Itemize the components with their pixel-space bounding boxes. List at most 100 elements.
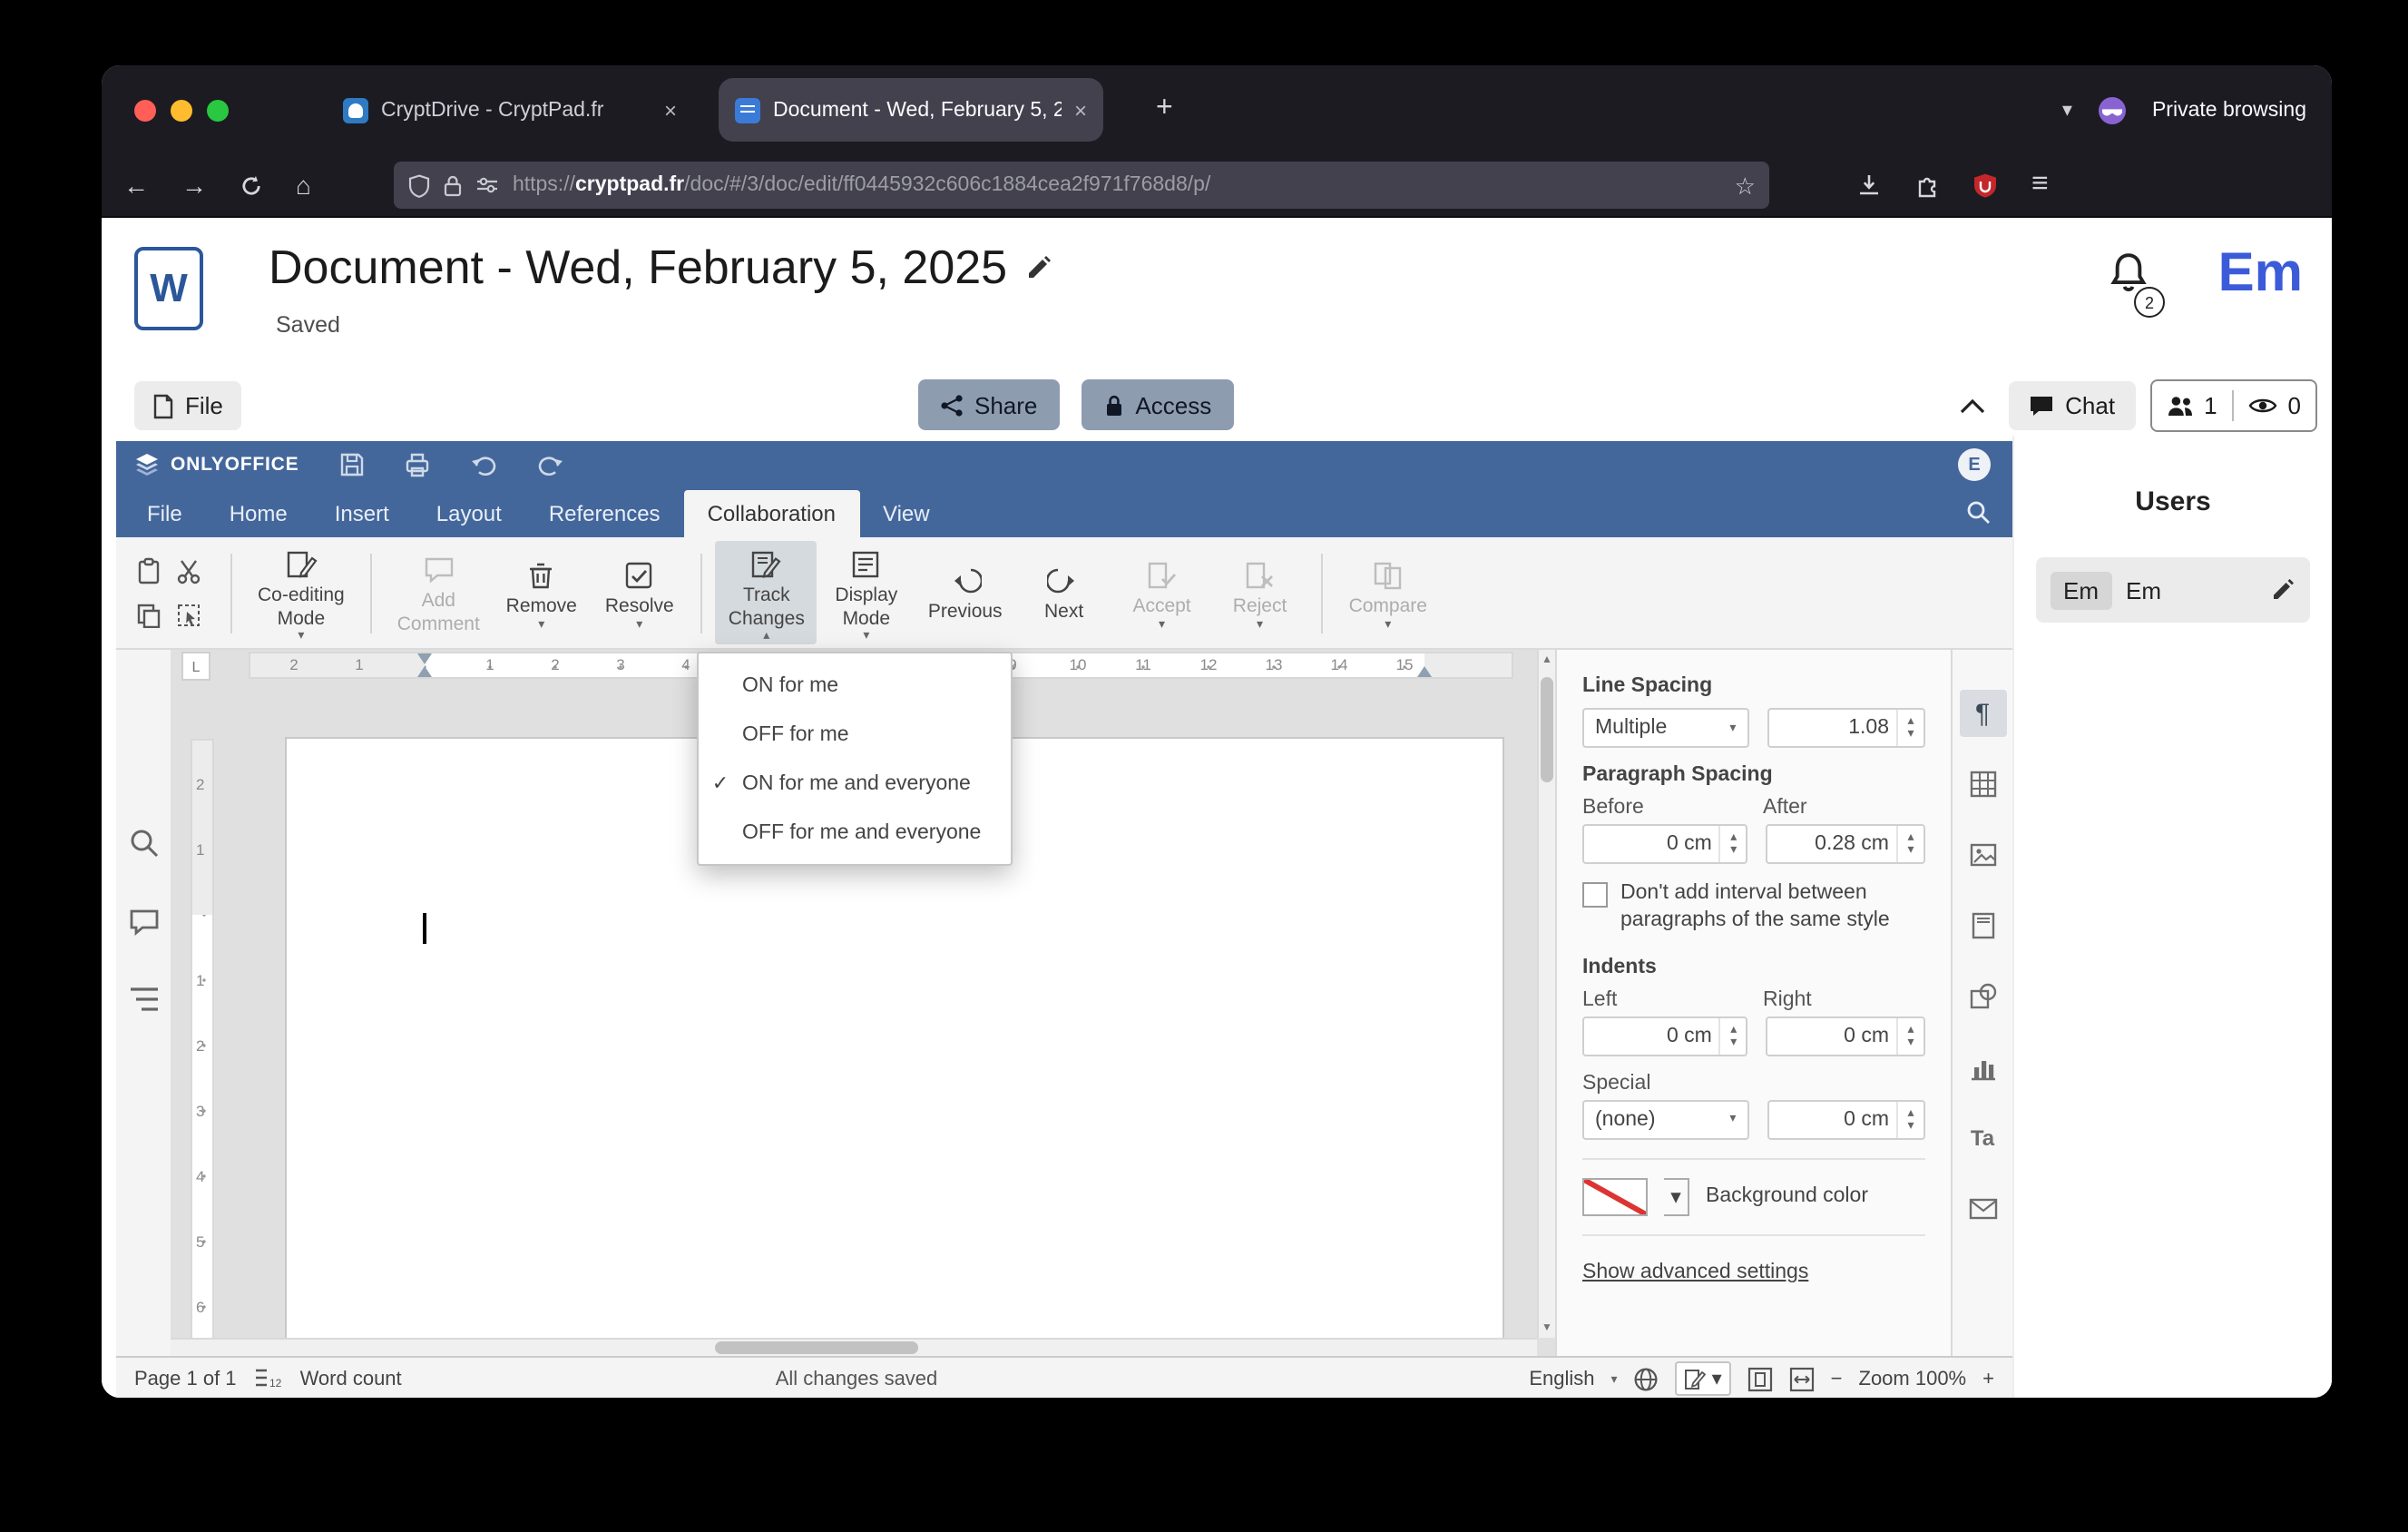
special-select[interactable]: (none) ▾ xyxy=(1582,1099,1749,1140)
spin-up-icon[interactable]: ▴ xyxy=(1907,831,1914,844)
interval-checkbox[interactable] xyxy=(1582,882,1608,908)
spacing-after-spinner[interactable]: 0.28 cm ▴ ▾ xyxy=(1766,824,1925,864)
chart-settings-icon[interactable] xyxy=(1959,1044,2006,1091)
access-button[interactable]: Access xyxy=(1081,379,1234,430)
zoom-in-button[interactable]: + xyxy=(1982,1368,1994,1390)
print-button[interactable] xyxy=(404,452,429,477)
minimize-window-button[interactable] xyxy=(171,100,192,122)
background-color-dropdown[interactable]: ▾ xyxy=(1664,1177,1689,1216)
scroll-down-icon[interactable]: ▼ xyxy=(1539,1318,1555,1338)
menu-item-on-for-me[interactable]: ON for me xyxy=(699,661,1011,710)
cut-icon[interactable] xyxy=(171,551,207,591)
zoom-out-button[interactable]: − xyxy=(1831,1368,1843,1390)
indent-right-spinner[interactable]: 0 cm ▴ ▾ xyxy=(1766,1016,1925,1056)
table-settings-icon[interactable] xyxy=(1959,761,2006,808)
file-menu-button[interactable]: File xyxy=(134,381,241,430)
fit-width-icon[interactable] xyxy=(1789,1366,1815,1391)
remove-comment-button[interactable]: Remove ▾ xyxy=(493,553,591,633)
reject-change-button[interactable]: Reject ▾ xyxy=(1211,553,1309,633)
fit-page-icon[interactable] xyxy=(1747,1366,1773,1391)
zoom-window-button[interactable] xyxy=(207,100,229,122)
menu-view[interactable]: View xyxy=(859,490,954,537)
resolve-comment-button[interactable]: Resolve ▾ xyxy=(591,553,689,633)
track-changes-toggle[interactable]: ▾ xyxy=(1675,1361,1731,1396)
spin-up-icon[interactable]: ▴ xyxy=(1730,831,1737,844)
menu-layout[interactable]: Layout xyxy=(413,490,525,537)
track-changes-button[interactable]: Track Changes ▴ xyxy=(715,541,817,644)
lock-icon[interactable] xyxy=(444,173,464,197)
shape-settings-icon[interactable] xyxy=(1959,973,2006,1020)
new-tab-button[interactable]: + xyxy=(1156,87,1173,131)
coediting-mode-button[interactable]: Co-editing Mode ▾ xyxy=(245,541,357,644)
find-icon[interactable] xyxy=(128,828,159,859)
header-footer-settings-icon[interactable] xyxy=(1959,902,2006,949)
downloads-button[interactable] xyxy=(1857,172,1883,198)
permissions-icon[interactable] xyxy=(476,174,500,196)
chat-button[interactable]: Chat xyxy=(2009,381,2136,430)
collapse-toolbar-button[interactable] xyxy=(1951,382,1994,429)
line-spacing-spinner[interactable]: 1.08 ▴ ▾ xyxy=(1767,708,1925,748)
save-button[interactable] xyxy=(338,452,364,477)
forward-button[interactable]: → xyxy=(181,172,207,198)
right-indent-marker[interactable] xyxy=(1417,666,1432,677)
left-indent-marker[interactable] xyxy=(417,666,432,677)
editor-user-badge[interactable]: E xyxy=(1958,448,1991,481)
edit-user-name-pencil-icon[interactable] xyxy=(2270,577,2295,603)
text-art-settings-icon[interactable]: Ta xyxy=(1959,1115,2006,1162)
menu-references[interactable]: References xyxy=(525,490,684,537)
paragraph-settings-icon[interactable]: ¶ xyxy=(1959,690,2006,737)
spacing-before-spinner[interactable]: 0 cm ▴ ▾ xyxy=(1582,824,1748,864)
undo-button[interactable] xyxy=(469,453,496,476)
spin-down-icon[interactable]: ▾ xyxy=(1730,844,1737,857)
spin-down-icon[interactable]: ▾ xyxy=(1907,728,1914,741)
navigation-headings-icon[interactable] xyxy=(128,986,159,1013)
compare-button[interactable]: Compare ▾ xyxy=(1336,553,1440,633)
word-count-label[interactable]: Word count xyxy=(300,1368,402,1390)
user-list-item[interactable]: Em Em xyxy=(2036,557,2310,623)
spin-up-icon[interactable]: ▴ xyxy=(1907,1107,1914,1120)
vertical-scrollbar[interactable]: ▲ ▼ xyxy=(1537,650,1555,1338)
line-spacing-select[interactable]: Multiple ▾ xyxy=(1582,708,1749,748)
menu-insert[interactable]: Insert xyxy=(311,490,413,537)
display-mode-button[interactable]: Display Mode ▾ xyxy=(817,541,915,644)
background-color-swatch[interactable] xyxy=(1582,1177,1648,1216)
home-button[interactable]: ⌂ xyxy=(296,172,311,198)
paste-icon[interactable] xyxy=(131,551,167,591)
spin-down-icon[interactable]: ▾ xyxy=(1907,1120,1914,1133)
spellcheck-globe-icon[interactable] xyxy=(1634,1366,1659,1391)
previous-change-button[interactable]: Previous xyxy=(915,558,1015,628)
comments-panel-icon[interactable] xyxy=(128,908,159,937)
menu-home[interactable]: Home xyxy=(206,490,311,537)
tab-stop-selector[interactable]: L xyxy=(181,652,210,681)
menu-item-on-for-everyone[interactable]: ✓ ON for me and everyone xyxy=(699,759,1011,808)
language-select[interactable]: English xyxy=(1529,1368,1594,1390)
special-amount-spinner[interactable]: 0 cm ▴ ▾ xyxy=(1767,1099,1925,1140)
share-button[interactable]: Share xyxy=(918,379,1060,430)
menu-item-off-for-everyone[interactable]: OFF for me and everyone xyxy=(699,808,1011,857)
back-button[interactable]: ← xyxy=(123,172,149,198)
first-line-indent-marker[interactable] xyxy=(417,653,432,664)
list-tabs-icon[interactable]: ▾ xyxy=(2062,98,2072,122)
scrollbar-thumb[interactable] xyxy=(715,1341,918,1354)
horizontal-scrollbar[interactable] xyxy=(171,1338,1537,1356)
spin-down-icon[interactable]: ▾ xyxy=(1907,1036,1914,1049)
bookmark-star-icon[interactable]: ☆ xyxy=(1735,173,1756,197)
zoom-level[interactable]: Zoom 100% xyxy=(1859,1368,1967,1390)
url-text[interactable]: https://cryptpad.fr/doc/#/3/doc/edit/ff0… xyxy=(513,174,1722,196)
spin-up-icon[interactable]: ▴ xyxy=(1907,1024,1914,1036)
window-controls[interactable] xyxy=(134,100,229,122)
spin-down-icon[interactable]: ▾ xyxy=(1730,1036,1737,1049)
add-comment-button[interactable]: Add Comment xyxy=(385,546,493,639)
menu-item-off-for-me[interactable]: OFF for me xyxy=(699,710,1011,759)
menu-hamburger-button[interactable]: ≡ xyxy=(2031,170,2049,200)
menu-file[interactable]: File xyxy=(123,490,206,537)
participants-button[interactable]: 1 0 xyxy=(2149,379,2317,432)
close-tab-icon[interactable]: × xyxy=(664,97,677,123)
reload-button[interactable] xyxy=(240,173,263,197)
close-window-button[interactable] xyxy=(134,100,156,122)
account-avatar[interactable]: Em xyxy=(2218,243,2303,305)
browser-tab-cryptdrive[interactable]: CryptDrive - CryptPad.fr × xyxy=(327,78,693,142)
scroll-up-icon[interactable]: ▲ xyxy=(1539,650,1555,670)
browser-tab-document[interactable]: Document - Wed, February 5, 2 × xyxy=(719,78,1103,142)
spin-up-icon[interactable]: ▴ xyxy=(1730,1024,1737,1036)
